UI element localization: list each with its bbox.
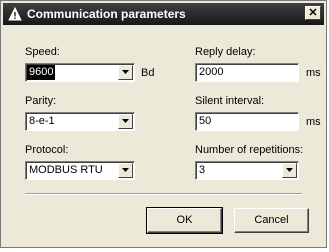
silent-interval-unit: ms bbox=[306, 116, 321, 128]
close-icon: ✕ bbox=[308, 7, 318, 19]
speed-select[interactable]: 9600 bbox=[25, 63, 135, 82]
parity-dropdown-button[interactable] bbox=[118, 114, 133, 129]
speed-dropdown-button[interactable] bbox=[118, 65, 133, 80]
reply-delay-label: Reply delay: bbox=[195, 46, 256, 58]
repetitions-label: Number of repetitions: bbox=[195, 144, 304, 156]
cancel-button[interactable]: Cancel bbox=[234, 208, 309, 233]
speed-label: Speed: bbox=[25, 46, 60, 58]
window-title: Communication parameters bbox=[27, 7, 186, 21]
parity-select[interactable]: 8-e-1 bbox=[25, 112, 135, 131]
reply-delay-unit: ms bbox=[306, 67, 321, 79]
parity-value: 8-e-1 bbox=[29, 115, 55, 127]
reply-delay-value: 2000 bbox=[199, 66, 224, 78]
protocol-label: Protocol: bbox=[25, 144, 69, 156]
chevron-down-icon bbox=[122, 168, 129, 172]
speed-unit: Bd bbox=[141, 67, 155, 79]
ok-button[interactable]: OK bbox=[146, 207, 223, 234]
repetitions-value: 3 bbox=[199, 164, 206, 176]
chevron-down-icon bbox=[286, 168, 293, 172]
protocol-dropdown-button[interactable] bbox=[118, 163, 133, 178]
protocol-value: MODBUS RTU bbox=[29, 164, 103, 176]
speed-value: 9600 bbox=[27, 65, 56, 80]
communication-parameters-dialog: Communication parameters ✕ Speed: 9600 B… bbox=[0, 0, 327, 248]
warning-triangle-icon bbox=[8, 6, 22, 21]
parity-label: Parity: bbox=[25, 95, 57, 107]
repetitions-dropdown-button[interactable] bbox=[282, 163, 297, 178]
chevron-down-icon bbox=[122, 70, 129, 74]
title-bar[interactable]: Communication parameters ✕ bbox=[3, 3, 324, 25]
protocol-select[interactable]: MODBUS RTU bbox=[25, 161, 135, 180]
silent-interval-label: Silent interval: bbox=[195, 95, 265, 107]
chevron-down-icon bbox=[122, 119, 129, 123]
separator bbox=[25, 193, 302, 195]
repetitions-select[interactable]: 3 bbox=[195, 161, 299, 180]
silent-interval-input[interactable]: 50 bbox=[195, 112, 299, 131]
silent-interval-value: 50 bbox=[199, 115, 212, 127]
close-button[interactable]: ✕ bbox=[305, 6, 321, 20]
reply-delay-input[interactable]: 2000 bbox=[195, 63, 299, 82]
